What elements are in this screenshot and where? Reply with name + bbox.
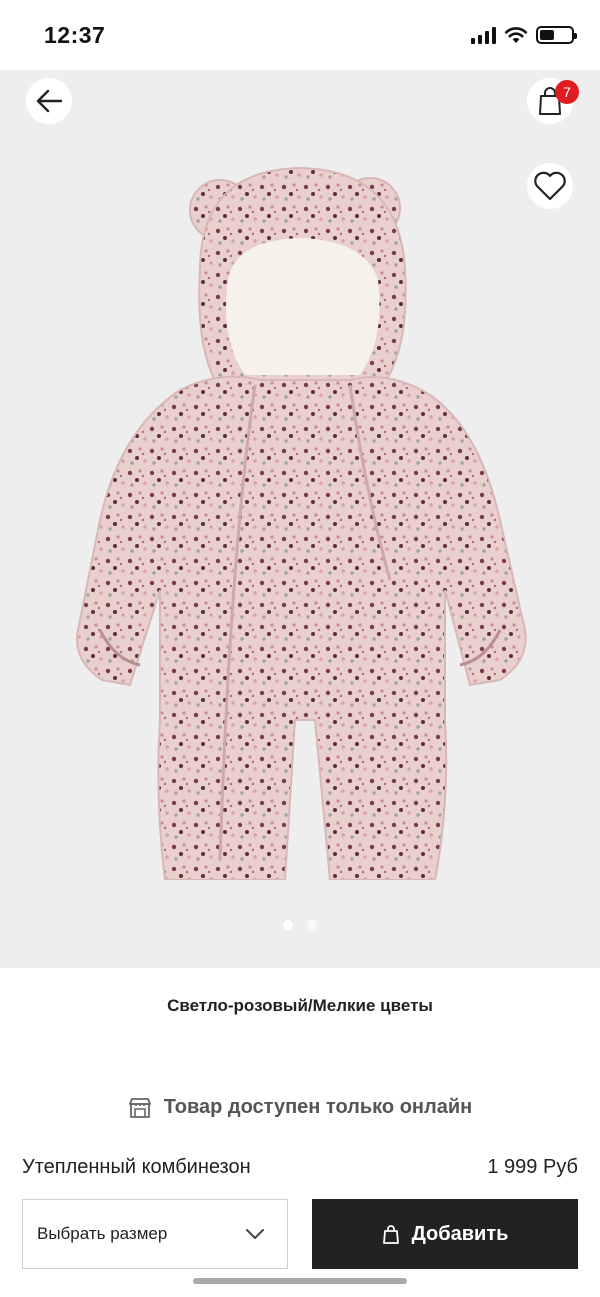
status-icons <box>471 26 577 44</box>
online-only-text: Товар доступен только онлайн <box>163 1096 473 1118</box>
back-button[interactable] <box>26 78 72 124</box>
home-indicator[interactable] <box>193 1278 407 1284</box>
size-select-label: Выбрать размер <box>37 1224 168 1243</box>
product-color-name: Светло-розовый/Мелкие цветы <box>167 996 433 1015</box>
chevron-down-icon <box>246 1229 264 1239</box>
status-bar: 12:37 <box>0 0 600 70</box>
wishlist-button[interactable] <box>527 163 573 209</box>
product-name: Утепленный комбинезон <box>22 1156 251 1178</box>
product-gallery[interactable]: 7 <box>0 70 600 968</box>
battery-level <box>540 30 554 40</box>
store-icon <box>128 1097 151 1118</box>
cart-count-badge: 7 <box>555 80 579 104</box>
heart-icon <box>534 171 566 201</box>
gallery-dot[interactable] <box>283 920 293 930</box>
back-arrow-icon <box>36 89 63 113</box>
bag-icon <box>382 1225 399 1244</box>
add-to-cart-label: Добавить <box>411 1222 509 1245</box>
size-select[interactable]: Выбрать размер <box>22 1199 288 1269</box>
add-to-cart-button[interactable]: Добавить <box>312 1199 578 1269</box>
online-only-notice: Товар доступен только онлайн <box>0 1096 600 1119</box>
gallery-dot[interactable] <box>307 920 317 930</box>
product-image <box>76 166 527 880</box>
product-price: 1 999 Руб <box>487 1156 578 1178</box>
battery-icon <box>536 26 577 44</box>
gallery-pagination[interactable] <box>0 920 600 930</box>
status-time: 12:37 <box>44 22 106 48</box>
cellular-signal-icon <box>471 26 496 44</box>
wifi-icon <box>504 27 528 43</box>
